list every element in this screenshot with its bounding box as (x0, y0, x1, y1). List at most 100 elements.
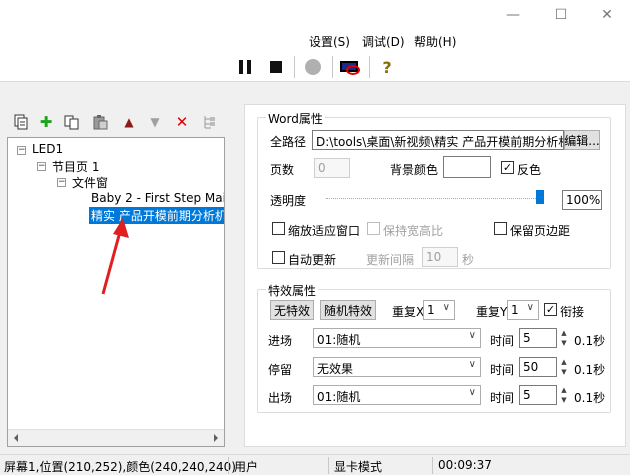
close-button[interactable]: ✕ (584, 0, 630, 30)
page-copy-icon (14, 114, 28, 130)
exit-effect-select[interactable]: 01:随机 ∨ (313, 385, 481, 405)
toolbar-separator (369, 56, 370, 78)
horizontal-scrollbar[interactable] (8, 429, 224, 446)
minimize-button[interactable]: — (490, 0, 536, 30)
status-user: 用户 (234, 460, 259, 474)
exit-time-field[interactable]: 5 (519, 385, 557, 405)
tree-node-page[interactable]: 节目页 1 (52, 158, 99, 175)
copy-button[interactable] (62, 112, 82, 132)
effects-title: 特效属性 (266, 282, 319, 299)
new-page-button[interactable] (11, 112, 31, 132)
record-button[interactable] (302, 56, 324, 78)
path-field[interactable]: D:\tools\桌面\新视频\精实 产品开模前期分析机 (312, 130, 564, 150)
dropdown-icon: ∨ (468, 387, 476, 398)
menu-help[interactable]: 帮助(H) (414, 33, 456, 50)
spin-up-icon[interactable]: ▲ (557, 357, 571, 367)
move-down-icon: ▼ (150, 115, 160, 129)
auto-update-checkbox[interactable] (272, 251, 285, 264)
expander-icon[interactable]: − (17, 146, 26, 155)
move-down-button[interactable]: ▼ (145, 112, 165, 132)
path-label: 全路径 (270, 135, 307, 149)
record-icon (305, 59, 321, 75)
stop-button[interactable] (265, 56, 287, 78)
repeat-y-label: 重复Y (476, 305, 508, 319)
link-checkbox[interactable]: ✓ (544, 303, 557, 316)
delete-button[interactable]: ✕ (172, 112, 192, 132)
bg-color-swatch[interactable] (443, 156, 491, 178)
tree-button[interactable] (199, 112, 219, 132)
stay-label: 停留 (268, 363, 293, 377)
repeat-y-select[interactable]: 1 ∨ (507, 300, 539, 320)
opacity-value[interactable]: 100% (562, 190, 602, 210)
link-label: 衔接 (560, 305, 585, 319)
add-button[interactable]: ✚ (36, 112, 56, 132)
entry-label: 进场 (268, 334, 293, 348)
entry-time-label: 时间 (490, 334, 515, 348)
status-screen-info: 屏幕1,位置(210,252),颜色(240,240,240) (4, 460, 236, 474)
bg-color-label: 背景颜色 (390, 163, 439, 177)
tree-node-file-window[interactable]: 文件窗 (72, 174, 108, 191)
expander-icon[interactable]: − (57, 178, 66, 187)
maximize-button[interactable]: ☐ (538, 0, 584, 30)
status-separator (228, 457, 229, 474)
copy-icon (64, 115, 79, 130)
stay-effect-value: 无效果 (317, 362, 354, 376)
spin-down-icon[interactable]: ▼ (557, 367, 571, 377)
toolbar-separator (332, 56, 333, 78)
stay-time-spinner[interactable]: ▲ ▼ (557, 357, 571, 377)
annotation-arrow-icon (101, 218, 129, 295)
dropdown-icon: ∨ (442, 302, 450, 313)
status-bar: 屏幕1,位置(210,252),颜色(240,240,240) 用户 显卡模式 … (0, 454, 630, 475)
menu-settings[interactable]: 设置(S) (309, 33, 350, 50)
expander-icon[interactable]: − (37, 162, 46, 171)
display-button[interactable] (339, 56, 361, 78)
pause-button[interactable] (234, 56, 256, 78)
status-separator (328, 457, 329, 474)
repeat-x-label: 重复X (392, 305, 425, 319)
effects-group: 特效属性 无特效 随机特效 重复X 1 ∨ 重复Y 1 ∨ ✓ 衔接 进场 01… (257, 282, 611, 413)
display-icon (340, 61, 360, 75)
invert-checkbox[interactable]: ✓ (501, 161, 514, 174)
menu-bar: 设置(S) 调试(D) 帮助(H) (0, 30, 630, 52)
edit-button[interactable]: 编辑... (564, 130, 600, 150)
exit-time-spinner[interactable]: ▲ ▼ (557, 385, 571, 405)
spin-up-icon[interactable]: ▲ (557, 385, 571, 395)
entry-time-field[interactable]: 5 (519, 328, 557, 348)
move-up-button[interactable]: ▲ (119, 112, 139, 132)
keep-margin-checkbox[interactable] (494, 222, 507, 235)
fit-window-checkbox[interactable] (272, 222, 285, 235)
no-effect-button[interactable]: 无特效 (270, 300, 314, 320)
repeat-y-value: 1 (511, 303, 519, 317)
dropdown-icon: ∨ (468, 330, 476, 341)
menu-debug[interactable]: 调试(D) (362, 33, 405, 50)
repeat-x-select[interactable]: 1 ∨ (423, 300, 455, 320)
spin-down-icon[interactable]: ▼ (557, 338, 571, 348)
exit-label: 出场 (268, 391, 293, 405)
opacity-label: 透明度 (270, 194, 307, 208)
opacity-slider[interactable] (326, 198, 544, 199)
pages-label: 页数 (270, 163, 295, 177)
pages-field: 0 (314, 158, 350, 178)
entry-time-spinner[interactable]: ▲ ▼ (557, 328, 571, 348)
random-effect-button[interactable]: 随机特效 (320, 300, 376, 320)
toolbar-separator (294, 56, 295, 78)
opacity-slider-thumb[interactable] (536, 190, 544, 204)
entry-effect-select[interactable]: 01:随机 ∨ (313, 328, 481, 348)
title-bar: — ☐ ✕ (0, 0, 630, 30)
move-up-icon: ▲ (124, 115, 134, 129)
word-properties-group: Word属性 全路径 D:\tools\桌面\新视频\精实 产品开模前期分析机 … (257, 110, 611, 269)
help-icon: ? (382, 57, 392, 77)
exit-time-label: 时间 (490, 391, 515, 405)
tree-icon (204, 116, 215, 129)
tree-node-led[interactable]: LED1 (32, 142, 63, 156)
keep-ratio-checkbox (367, 222, 380, 235)
spin-down-icon[interactable]: ▼ (557, 395, 571, 405)
help-button[interactable]: ? (376, 56, 398, 78)
tree-node-item[interactable]: Baby 2 - First Step Main (91, 191, 224, 205)
paste-button[interactable] (90, 112, 110, 132)
entry-unit-label: 0.1秒 (574, 334, 606, 348)
tree-toolbar: ✚ ▲ ▼ ✕ (7, 112, 225, 134)
stay-time-field[interactable]: 50 (519, 357, 557, 377)
spin-up-icon[interactable]: ▲ (557, 328, 571, 338)
stay-effect-select[interactable]: 无效果 ∨ (313, 357, 481, 377)
